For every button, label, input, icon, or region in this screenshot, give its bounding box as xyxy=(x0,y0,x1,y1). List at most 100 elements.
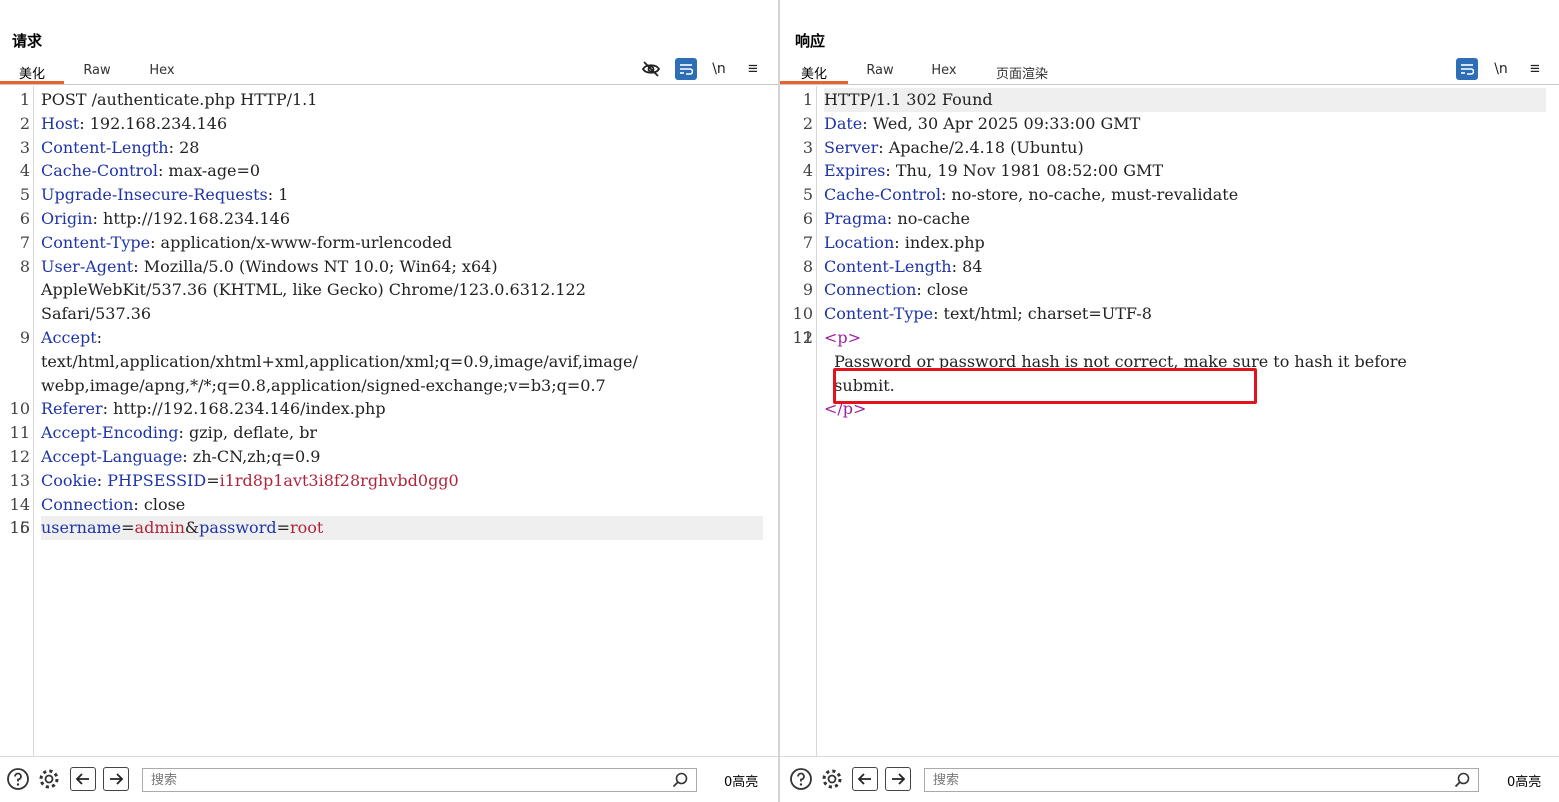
line-number: 8 xyxy=(19,256,30,276)
line-number: 11 xyxy=(9,423,30,443)
menu-icon[interactable]: ≡ xyxy=(1524,58,1546,80)
code-line: 1 POST /authenticate.php HTTP/1.1 xyxy=(20,88,763,112)
code-text: POST /authenticate.php HTTP/1.1 xyxy=(41,90,318,109)
word-wrap-icon[interactable] xyxy=(675,58,697,80)
code-text: : 84 xyxy=(951,256,983,276)
header-name: username xyxy=(41,518,122,538)
code-line: 13 Cookie: PHPSESSID=i1rd8p1avt3i8f28rghv… xyxy=(10,469,763,493)
request-panel: 请求 美化 Raw Hex \n ≡ 1 POST /authenticate.p… xyxy=(0,0,778,802)
header-name: Connection xyxy=(824,280,917,300)
line-number: 2 xyxy=(802,113,813,133)
hide-eye-icon[interactable] xyxy=(640,58,662,80)
line-number: 8 xyxy=(802,256,813,276)
code-line: 12 <p> xyxy=(793,326,1546,350)
search-input[interactable] xyxy=(143,769,696,791)
newline-toggle-button[interactable]: \n xyxy=(1490,58,1512,80)
header-name: Cache-Control xyxy=(41,161,158,181)
line-number: 5 xyxy=(19,185,30,205)
annotation-highlight-box xyxy=(833,368,1257,404)
tab-raw[interactable]: Raw xyxy=(848,58,912,84)
settings-gear-icon[interactable] xyxy=(820,767,844,791)
line-number: 13 xyxy=(9,470,30,490)
response-search-bar: 0高亮 xyxy=(780,756,1559,802)
header-name: Location xyxy=(824,232,895,252)
line-number: 14 xyxy=(9,494,30,514)
tab-hex[interactable]: Hex xyxy=(912,58,976,84)
search-box xyxy=(924,768,1479,792)
newline-toggle-button[interactable]: \n xyxy=(708,58,730,80)
code-text: i1rd8p1avt3i8f28rghvbd0gg0 xyxy=(219,470,459,490)
code-text: : Thu, 19 Nov 1981 08:52:00 GMT xyxy=(885,161,1164,181)
tab-pretty[interactable]: 美化 xyxy=(0,58,64,84)
code-line: 12 Accept-Language: zh-CN,zh;q=0.9 xyxy=(10,445,763,469)
previous-match-button[interactable] xyxy=(70,767,96,791)
line-number: 5 xyxy=(802,185,813,205)
code-text: : 1 xyxy=(267,185,289,205)
line-number: 1 xyxy=(802,90,813,109)
header-name: Content-Length xyxy=(41,137,169,157)
arrow-right-icon xyxy=(892,773,906,785)
code-text: : Wed, 30 Apr 2025 09:33:00 GMT xyxy=(862,113,1141,133)
code-text: root xyxy=(289,518,324,538)
code-line: 7 Location: index.php xyxy=(803,231,1546,255)
code-text: = xyxy=(121,518,135,538)
code-text: : http://192.168.234.146/index.php xyxy=(102,399,386,419)
code-line: 3 Server: Apache/2.4.18 (Ubuntu) xyxy=(803,136,1546,160)
arrow-right-icon xyxy=(110,773,124,785)
header-name: PHPSESSID xyxy=(107,470,207,490)
tab-hex[interactable]: Hex xyxy=(130,58,194,84)
line-number: 9 xyxy=(802,280,813,300)
code-line: 10 Content-Type: text/html; charset=UTF-8 xyxy=(793,302,1546,326)
html-tag: <p> xyxy=(824,327,862,347)
header-name: Content-Length xyxy=(824,256,952,276)
line-number: 3 xyxy=(802,137,813,157)
header-name: Pragma xyxy=(824,208,887,228)
code-line: 8 User-Agent: Mozilla/5.0 (Windows NT 10.… xyxy=(20,255,763,279)
help-icon[interactable] xyxy=(6,767,30,791)
code-line: 1 HTTP/1.1 302 Found xyxy=(803,88,1546,112)
line-number: 12 xyxy=(792,327,813,347)
header-name: Cache-Control xyxy=(824,185,941,205)
line-number: 12 xyxy=(9,446,30,466)
line-number: 4 xyxy=(802,161,813,181)
code-line: 14 Connection: close xyxy=(10,493,763,517)
tab-render[interactable]: 页面渲染 xyxy=(976,58,1068,84)
tab-raw[interactable]: Raw xyxy=(64,58,130,84)
help-icon[interactable] xyxy=(789,767,813,791)
request-tabs: 美化 Raw Hex xyxy=(0,58,194,84)
code-text: : text/html; charset=UTF-8 xyxy=(933,304,1152,324)
code-text: AppleWebKit/537.36 (KHTML, like Gecko) C… xyxy=(41,280,586,300)
word-wrap-icon[interactable] xyxy=(1456,58,1478,80)
response-tabs: 美化 Raw Hex 页面渲染 xyxy=(780,58,1068,84)
line-number: 6 xyxy=(19,208,30,228)
settings-gear-icon[interactable] xyxy=(37,767,61,791)
code-text: : max-age=0 xyxy=(157,161,261,181)
header-name: Expires xyxy=(824,161,886,181)
request-editor[interactable]: 1 POST /authenticate.php HTTP/1.1 2 Host: 1… xyxy=(10,88,763,541)
code-text: : gzip, deflate, br xyxy=(178,423,318,443)
code-text: HTTP/1.1 302 Found xyxy=(824,90,993,109)
code-text: : index.php xyxy=(894,232,985,252)
header-name: Cookie xyxy=(41,470,97,490)
search-icon xyxy=(672,772,688,793)
code-line: 3 Content-Length: 28 xyxy=(20,136,763,160)
next-match-button[interactable] xyxy=(103,767,129,791)
tabbar-divider xyxy=(780,84,1559,85)
tabbar-divider xyxy=(0,84,778,85)
header-name: User-Agent xyxy=(41,256,134,276)
code-text: : no-store, no-cache, must-revalidate xyxy=(940,185,1239,205)
header-name: Server xyxy=(824,137,879,157)
line-number: 9 xyxy=(19,327,30,347)
line-number: 10 xyxy=(792,304,813,324)
header-name: Content-Type xyxy=(41,232,151,252)
tab-pretty[interactable]: 美化 xyxy=(780,58,848,84)
next-match-button[interactable] xyxy=(885,767,911,791)
code-text: & xyxy=(184,518,200,538)
code-text: webp,image/apng,*/*;q=0.8,application/si… xyxy=(41,375,606,395)
previous-match-button[interactable] xyxy=(852,767,878,791)
code-line: 5 Cache-Control: no-store, no-cache, must… xyxy=(803,183,1546,207)
search-input[interactable] xyxy=(925,769,1478,791)
response-title: 响应 xyxy=(795,32,826,50)
line-number: 7 xyxy=(19,232,30,252)
menu-icon[interactable]: ≡ xyxy=(742,58,764,80)
